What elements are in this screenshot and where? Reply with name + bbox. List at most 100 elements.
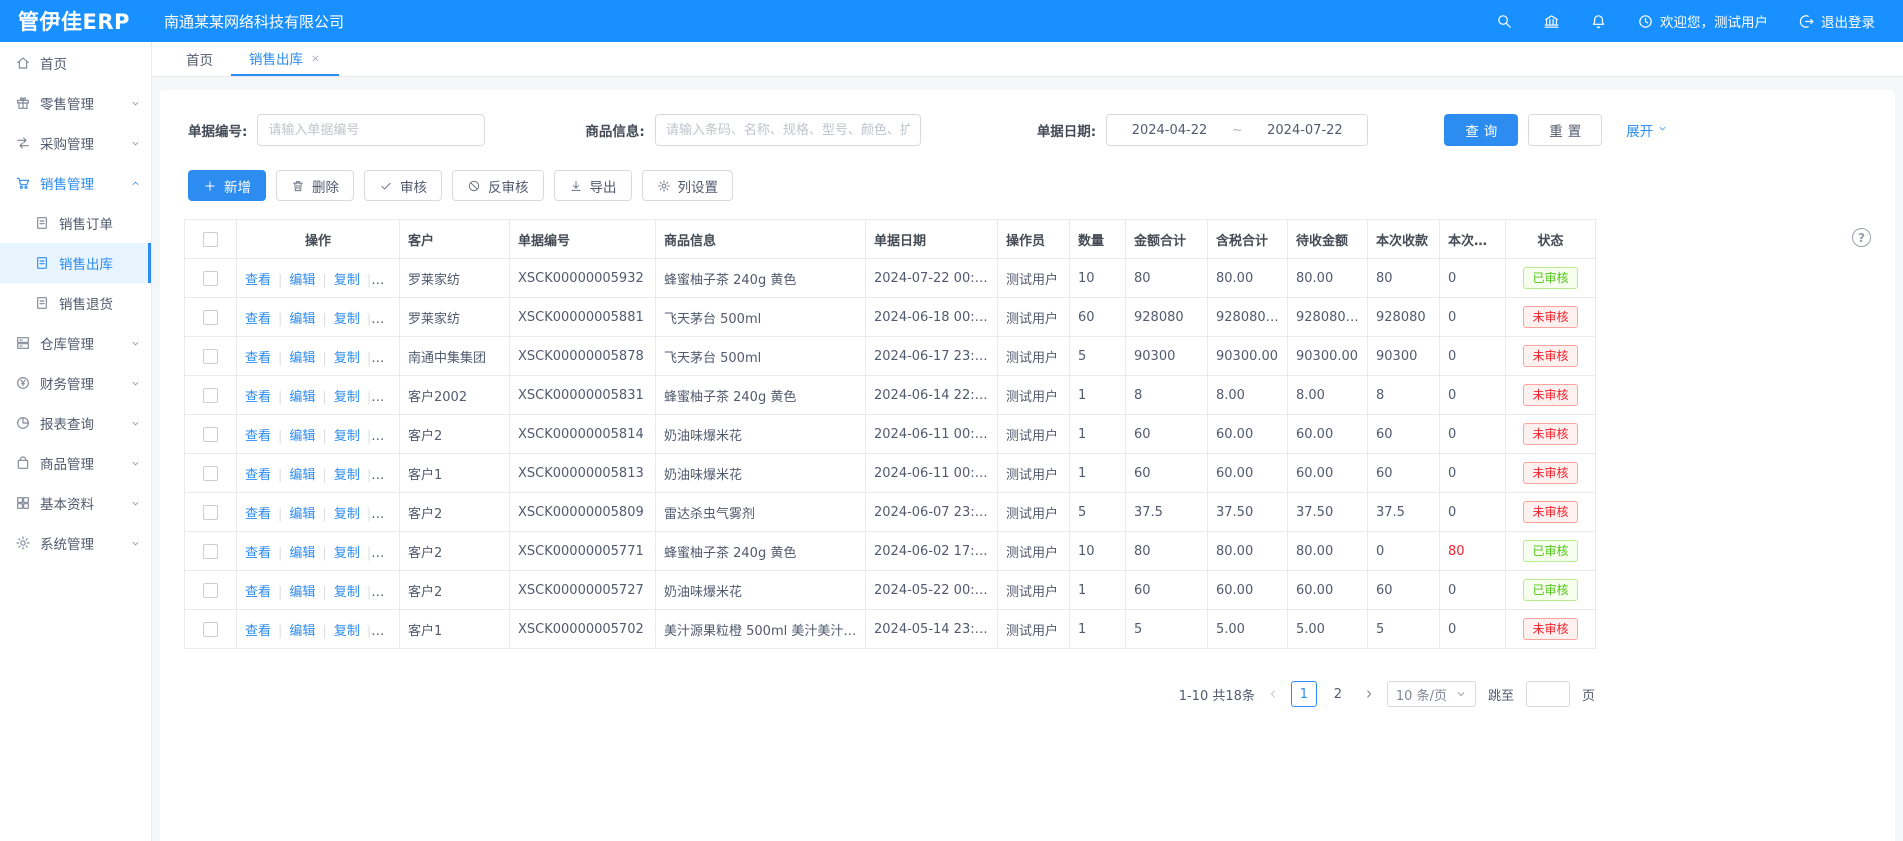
expand-link[interactable]: 展开 xyxy=(1626,120,1668,140)
row-actions: 查看|编辑|复制|删除 xyxy=(237,376,400,415)
doc-no-cell: XSCK00000005814 xyxy=(510,415,656,454)
prev-page-icon[interactable] xyxy=(1267,688,1279,700)
view-link[interactable]: 查看 xyxy=(245,546,271,561)
view-link[interactable]: 查看 xyxy=(245,429,271,444)
logout-button[interactable]: 退出登录 xyxy=(1798,11,1875,31)
copy-link[interactable]: 复制 xyxy=(334,546,360,561)
doc-no-input[interactable] xyxy=(257,114,485,146)
edit-link[interactable]: 编辑 xyxy=(289,624,315,639)
tab-label: 销售出库 xyxy=(249,48,303,68)
close-icon[interactable] xyxy=(310,53,321,64)
view-link[interactable]: 查看 xyxy=(245,351,271,366)
edit-link[interactable]: 编辑 xyxy=(289,351,315,366)
delete-button[interactable]: 删除 xyxy=(276,170,354,201)
tax-total-cell: 90300.00 xyxy=(1208,337,1288,376)
edit-link[interactable]: 编辑 xyxy=(289,429,315,444)
copy-link[interactable]: 复制 xyxy=(334,624,360,639)
view-link[interactable]: 查看 xyxy=(245,390,271,405)
sidebar-subitem-label: 销售订单 xyxy=(59,213,113,233)
jump-page-input[interactable] xyxy=(1526,681,1570,707)
sidebar-item-warehouse[interactable]: 仓库管理 xyxy=(0,323,151,363)
sidebar-item-retail[interactable]: 零售管理 xyxy=(0,83,151,123)
copy-link[interactable]: 复制 xyxy=(334,585,360,600)
mall-icon[interactable] xyxy=(1543,13,1560,30)
reset-button[interactable]: 重置 xyxy=(1528,114,1602,146)
page-number-2[interactable]: 2 xyxy=(1325,681,1351,707)
edit-link[interactable]: 编辑 xyxy=(289,507,315,522)
product-cell: 蜂蜜柚子茶 240g 黄色 xyxy=(656,532,866,571)
row-checkbox[interactable] xyxy=(203,466,218,481)
row-checkbox[interactable] xyxy=(203,583,218,598)
sidebar-item-report[interactable]: 报表查询 xyxy=(0,403,151,443)
filter-bar: 单据编号: 商品信息: 单据日期: 2024-04-22 ~ 2024-07-2… xyxy=(188,114,1883,146)
sidebar-item-product[interactable]: 商品管理 xyxy=(0,443,151,483)
row-checkbox[interactable] xyxy=(203,427,218,442)
welcome-user[interactable]: 欢迎您，测试用户 xyxy=(1637,11,1768,31)
view-link[interactable]: 查看 xyxy=(245,468,271,483)
view-link[interactable]: 查看 xyxy=(245,312,271,327)
action-separator: | xyxy=(278,429,282,444)
row-checkbox[interactable] xyxy=(203,388,218,403)
copy-link[interactable]: 复制 xyxy=(334,468,360,483)
sidebar-item-finance[interactable]: 财务管理 xyxy=(0,363,151,403)
edit-link[interactable]: 编辑 xyxy=(289,312,315,327)
status-badge: 已审核 xyxy=(1523,267,1577,289)
doc-no-cell: XSCK00000005878 xyxy=(510,337,656,376)
operator-cell: 测试用户 xyxy=(998,376,1070,415)
row-checkbox[interactable] xyxy=(203,310,218,325)
audit-button[interactable]: 审核 xyxy=(364,170,442,201)
sidebar-item-sales-order[interactable]: 销售订单 xyxy=(0,203,151,243)
row-checkbox[interactable] xyxy=(203,505,218,520)
sidebar-item-home[interactable]: 首页 xyxy=(0,43,151,83)
help-icon[interactable]: ? xyxy=(1852,228,1871,247)
column-settings-button[interactable]: 列设置 xyxy=(642,170,734,201)
copy-link[interactable]: 复制 xyxy=(334,273,360,288)
copy-link[interactable]: 复制 xyxy=(334,351,360,366)
copy-link[interactable]: 复制 xyxy=(334,429,360,444)
edit-link[interactable]: 编辑 xyxy=(289,273,315,288)
sidebar-item-basic[interactable]: 基本资料 xyxy=(0,483,151,523)
next-page-icon[interactable] xyxy=(1363,688,1375,700)
product-info-input[interactable] xyxy=(655,114,921,146)
date-from[interactable]: 2024-04-22 xyxy=(1132,123,1208,138)
select-all-checkbox[interactable] xyxy=(203,232,218,247)
edit-link[interactable]: 编辑 xyxy=(289,546,315,561)
tab-home[interactable]: 首页 xyxy=(168,42,231,76)
search-icon[interactable] xyxy=(1496,13,1513,30)
copy-link[interactable]: 复制 xyxy=(334,390,360,405)
row-checkbox[interactable] xyxy=(203,349,218,364)
view-link[interactable]: 查看 xyxy=(245,507,271,522)
sidebar-item-system[interactable]: 系统管理 xyxy=(0,523,151,563)
row-checkbox[interactable] xyxy=(203,544,218,559)
column-header: 操作 xyxy=(237,220,400,259)
search-button[interactable]: 查询 xyxy=(1444,114,1518,146)
sidebar-item-sales-return[interactable]: 销售退货 xyxy=(0,283,151,323)
edit-link[interactable]: 编辑 xyxy=(289,468,315,483)
bell-icon[interactable] xyxy=(1590,13,1607,30)
tax-total-cell: 80.00 xyxy=(1208,259,1288,298)
view-link[interactable]: 查看 xyxy=(245,624,271,639)
row-checkbox[interactable] xyxy=(203,271,218,286)
received-cell: 60 xyxy=(1368,571,1440,610)
view-link[interactable]: 查看 xyxy=(245,273,271,288)
unaudit-button[interactable]: 反审核 xyxy=(452,170,544,201)
page-number-1[interactable]: 1 xyxy=(1291,681,1317,707)
add-button[interactable]: 新增 xyxy=(188,170,266,201)
sidebar-item-sales-outbound[interactable]: 销售出库 xyxy=(0,243,151,283)
edit-link[interactable]: 编辑 xyxy=(289,390,315,405)
edit-link[interactable]: 编辑 xyxy=(289,585,315,600)
jump-label: 跳至 xyxy=(1488,685,1514,704)
page-size-select[interactable]: 10 条/页 xyxy=(1387,681,1476,707)
copy-link[interactable]: 复制 xyxy=(334,507,360,522)
export-button[interactable]: 导出 xyxy=(554,170,632,201)
tab-sales-outbound[interactable]: 销售出库 xyxy=(231,42,339,76)
sidebar-item-sales[interactable]: 销售管理 xyxy=(0,163,151,203)
sidebar-item-purchase[interactable]: 采购管理 xyxy=(0,123,151,163)
date-range-picker[interactable]: 2024-04-22 ~ 2024-07-22 xyxy=(1106,114,1368,146)
date-to[interactable]: 2024-07-22 xyxy=(1267,123,1343,138)
customer-cell: 客户2 xyxy=(400,571,510,610)
view-link[interactable]: 查看 xyxy=(245,585,271,600)
row-checkbox[interactable] xyxy=(203,622,218,637)
column-header: 单据日期 xyxy=(866,220,998,259)
copy-link[interactable]: 复制 xyxy=(334,312,360,327)
